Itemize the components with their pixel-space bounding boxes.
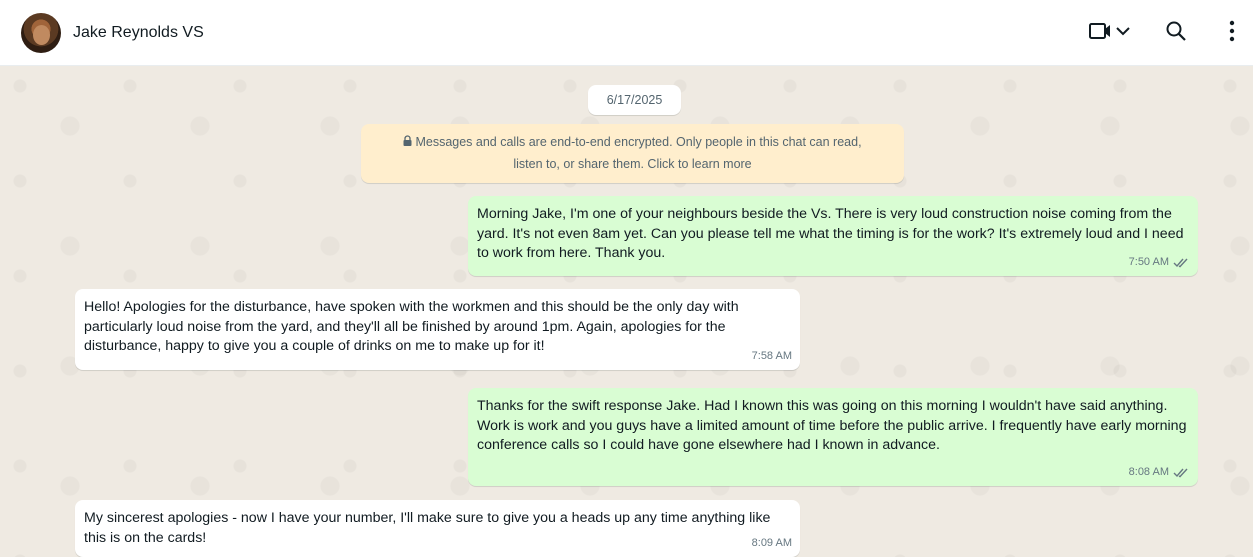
search-icon: [1164, 19, 1188, 48]
contact-avatar[interactable]: [21, 12, 61, 53]
chat-header: Jake Reynolds VS: [0, 0, 1253, 66]
message-time: 7:50 AM: [1128, 255, 1169, 268]
double-check-icon: [1173, 467, 1190, 478]
video-call-button[interactable]: [1084, 21, 1136, 45]
contact-name[interactable]: Jake Reynolds VS: [73, 24, 204, 42]
message-text: Thanks for the swift response Jake. Had …: [477, 398, 1187, 453]
date-separator: 6/17/2025: [588, 85, 681, 115]
message-time: 8:08 AM: [1128, 465, 1169, 478]
chat-pane[interactable]: 6/17/2025 Messages and calls are end-to-…: [0, 66, 1253, 557]
more-menu-icon: [1229, 20, 1235, 47]
message-bubble-outgoing[interactable]: Thanks for the swift response Jake. Had …: [468, 388, 1198, 486]
encryption-notice[interactable]: Messages and calls are end-to-end encryp…: [361, 124, 904, 183]
message-bubble-outgoing[interactable]: Morning Jake, I'm one of your neighbours…: [468, 196, 1198, 276]
message-time: 8:09 AM: [751, 536, 792, 549]
encryption-notice-line1: Messages and calls are end-to-end encryp…: [415, 135, 862, 149]
encryption-notice-line2: listen to, or share them. Click to learn…: [513, 157, 752, 171]
message-time: 7:58 AM: [751, 349, 792, 362]
video-call-icon: [1088, 20, 1114, 47]
lock-icon: [403, 133, 412, 154]
message-text: Morning Jake, I'm one of your neighbours…: [477, 206, 1184, 261]
search-button[interactable]: [1163, 20, 1189, 46]
message-text: Hello! Apologies for the disturbance, ha…: [84, 299, 739, 354]
message-bubble-incoming[interactable]: Hello! Apologies for the disturbance, ha…: [75, 289, 800, 370]
double-check-icon: [1173, 257, 1190, 268]
message-bubble-incoming[interactable]: My sincerest apologies - now I have your…: [75, 500, 800, 557]
message-text: My sincerest apologies - now I have your…: [84, 510, 771, 546]
chevron-down-icon: [1114, 22, 1132, 45]
more-menu-button[interactable]: [1220, 20, 1244, 46]
